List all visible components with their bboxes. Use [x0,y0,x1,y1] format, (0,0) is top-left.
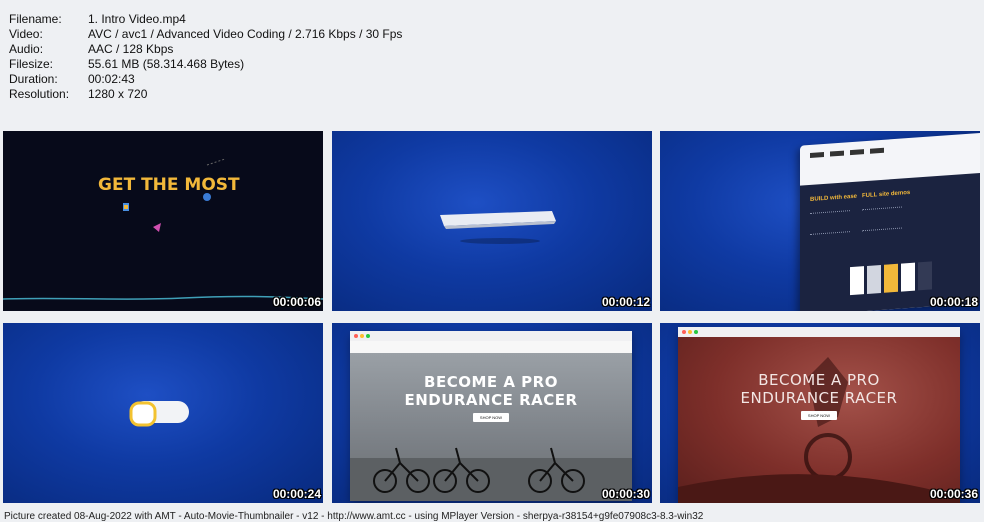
hero-text: BECOME A PRO ENDURANCE RACER SHOP NOW [350,353,632,441]
dark-section: BUILD with ease FULL site demos [800,172,980,311]
timestamp: 00:00:06 [272,295,321,309]
hero-text: BECOME A PRO ENDURANCE RACER SHOP NOW [678,337,960,453]
thumbnail-3[interactable]: BUILD with ease FULL site demos 00:00:18 [660,131,980,311]
info-row-filesize: Filesize: 55.61 MB (58.314.468 Bytes) [9,57,402,72]
browser-window: BECOME A PRO ENDURANCE RACER SHOP NOW [678,327,960,503]
floating-shape [153,223,161,232]
timestamp: 00:00:18 [929,295,978,309]
info-value: AAC / 128 Kbps [88,42,174,56]
info-label: Audio: [9,42,44,56]
info-label: Filesize: [9,57,54,71]
info-label: Duration: [9,72,58,86]
info-value: 1280 x 720 [88,87,148,101]
hero-line-2: ENDURANCE RACER [740,388,898,407]
shop-now-button: SHOP NOW [472,412,510,422]
hero-photo: BECOME A PRO ENDURANCE RACER SHOP NOW [678,337,960,503]
info-label: Resolution: [9,87,70,101]
floating-shape [124,205,128,209]
info-value: 00:02:43 [88,72,135,86]
thumbnail-5[interactable]: BECOME A PRO ENDURANCE RACER SHOP NOW 00… [332,323,652,503]
thumbnail-1[interactable]: GET THE MOST 00:00:06 [3,131,323,311]
info-value: 55.61 MB (58.314.468 Bytes) [88,57,245,71]
info-row-resolution: Resolution: 1280 x 720 [9,87,402,102]
floating-shape [203,193,211,201]
footer-credit: Picture created 08-Aug-2022 with AMT - A… [4,511,704,522]
hero-line-1: BECOME A PRO [758,370,880,389]
thumbnail-4[interactable]: 00:00:24 [3,323,323,503]
info-row-audio: Audio: AAC / 128 Kbps [9,42,402,57]
animation-shapes-graphic [3,158,323,300]
demo-cards [850,261,932,296]
thumbnail-6[interactable]: BECOME A PRO ENDURANCE RACER SHOP NOW 00… [660,323,980,503]
hero-photo: BECOME A PRO ENDURANCE RACER SHOP NOW [350,353,632,501]
info-row-filename: Filename: 1. Intro Video.mp4 [9,12,402,27]
timestamp: 00:00:24 [272,487,321,501]
laptop-screen: BUILD with ease FULL site demos [800,132,980,311]
logo-row [810,141,980,165]
timestamp: 00:00:12 [601,295,650,309]
info-value: 1. Intro Video.mp4 [88,12,186,26]
shop-now-button: SHOP NOW [800,410,838,420]
info-label: Filename: [9,12,62,26]
browser-window: BECOME A PRO ENDURANCE RACER SHOP NOW [350,331,632,501]
toggle-switch-graphic [129,401,189,427]
info-value: AVC / avc1 / Advanced Video Coding / 2.7… [88,27,403,41]
timestamp: 00:00:30 [601,487,650,501]
file-info-panel: Filename: 1. Intro Video.mp4 Video: AVC … [9,12,402,102]
thumbnail-grid: GET THE MOST 00:00:06 00:00:12 BUILD wit… [3,131,981,503]
timestamp: 00:00:36 [929,487,978,501]
col-heading: BUILD with ease [810,193,858,203]
info-row-duration: Duration: 00:02:43 [9,72,402,87]
thumbnail-2[interactable]: 00:00:12 [332,131,652,311]
laptop-closed-graphic [440,211,556,244]
info-label: Video: [9,27,43,41]
hero-line-1: BECOME A PRO [424,372,558,391]
hero-line-2: ENDURANCE RACER [404,390,578,409]
info-row-video: Video: AVC / avc1 / Advanced Video Codin… [9,27,402,42]
col-heading: FULL site demos [862,189,911,200]
